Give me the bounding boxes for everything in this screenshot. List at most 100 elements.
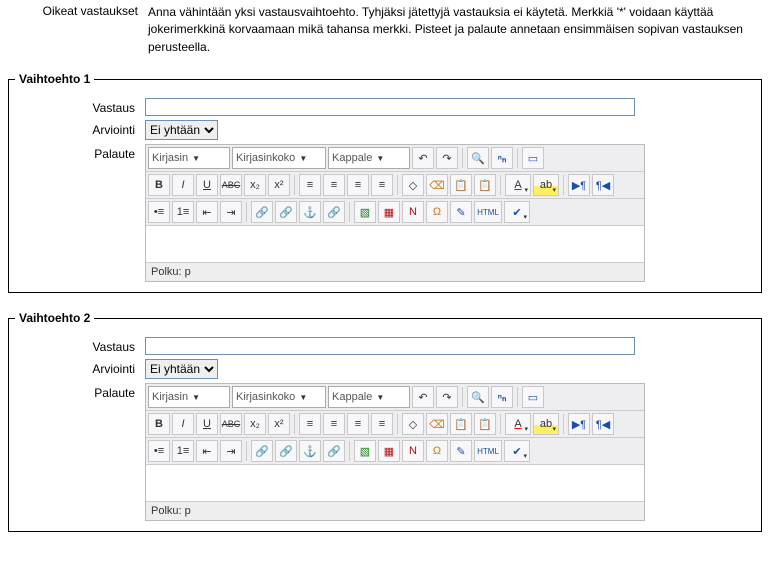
editor-textarea-1[interactable] (146, 226, 644, 262)
font-color-icon[interactable]: A (505, 174, 531, 196)
spell-icon[interactable]: ✔ (504, 201, 530, 223)
line-icon[interactable]: N (402, 201, 424, 223)
feedback-editor-2: Kirjasin▼ Kirjasinkoko▼ Kappale▼ ↶ ↷ 🔍 ⁿ… (145, 383, 645, 521)
anchor-icon[interactable]: ⚓ (299, 201, 321, 223)
toolbar-row-2a: Kirjasin▼ Kirjasinkoko▼ Kappale▼ ↶ ↷ 🔍 ⁿ… (146, 384, 644, 411)
option-1-fieldset: Vaihtoehto 1 Vastaus Arviointi Ei yhtään… (8, 72, 762, 293)
find-icon[interactable]: 🔍 (467, 386, 489, 408)
subscript-icon[interactable]: x₂ (244, 413, 266, 435)
cleanup-icon[interactable]: ◇ (402, 413, 424, 435)
editor-path-2: Polku: p (146, 501, 644, 520)
ordered-list-icon[interactable]: 1≡ (172, 201, 194, 223)
font-select[interactable]: Kirjasin▼ (148, 147, 230, 169)
ltr-icon[interactable]: ▶¶ (568, 413, 590, 435)
unordered-list-icon[interactable]: •≡ (148, 440, 170, 462)
cleanup-icon[interactable]: ◇ (402, 174, 424, 196)
strike-icon[interactable]: ABC (220, 174, 242, 196)
rtl-icon[interactable]: ¶◀ (592, 174, 614, 196)
answer-input-2[interactable] (145, 337, 635, 355)
unlink-icon[interactable]: 🔗 (275, 201, 297, 223)
indent-icon[interactable]: ⇥ (220, 201, 242, 223)
image-icon[interactable]: ▧ (354, 440, 376, 462)
spell-icon[interactable]: ✔ (504, 440, 530, 462)
nolink-icon[interactable]: 🔗 (323, 440, 345, 462)
paste-text-icon[interactable]: 📋 (450, 413, 472, 435)
highlight-icon[interactable]: ab (533, 413, 559, 435)
format-select[interactable]: Kappale▼ (328, 147, 410, 169)
superscript-icon[interactable]: x² (268, 413, 290, 435)
subscript-icon[interactable]: x₂ (244, 174, 266, 196)
edit-icon[interactable]: ✎ (450, 440, 472, 462)
option-1-legend: Vaihtoehto 1 (15, 72, 94, 86)
nolink-icon[interactable]: 🔗 (323, 201, 345, 223)
format-select[interactable]: Kappale▼ (328, 386, 410, 408)
rtl-icon[interactable]: ¶◀ (592, 413, 614, 435)
unlink-icon[interactable]: 🔗 (275, 440, 297, 462)
find-replace-icon[interactable]: ⁿₙ (491, 386, 513, 408)
char-icon[interactable]: Ω (426, 201, 448, 223)
link-icon[interactable]: 🔗 (251, 201, 273, 223)
toolbar-row-1c: •≡ 1≡ ⇤ ⇥ 🔗 🔗 ⚓ 🔗 ▧ ▦ N Ω ✎ HTML ✔ (146, 199, 644, 226)
fontsize-select[interactable]: Kirjasinkoko▼ (232, 386, 326, 408)
align-right-icon[interactable]: ≡ (347, 413, 369, 435)
table-icon[interactable]: ▦ (378, 440, 400, 462)
paste-word-icon[interactable]: 📋 (474, 174, 496, 196)
redo-icon[interactable]: ↷ (436, 386, 458, 408)
html-icon[interactable]: HTML (474, 440, 502, 462)
correct-answers-help: Anna vähintään yksi vastausvaihtoehto. T… (148, 4, 762, 56)
paste-word-icon[interactable]: 📋 (474, 413, 496, 435)
italic-icon[interactable]: I (172, 413, 194, 435)
anchor-icon[interactable]: ⚓ (299, 440, 321, 462)
edit-icon[interactable]: ✎ (450, 201, 472, 223)
bold-icon[interactable]: B (148, 174, 170, 196)
highlight-icon[interactable]: ab (533, 174, 559, 196)
table-icon[interactable]: ▦ (378, 201, 400, 223)
option-2-legend: Vaihtoehto 2 (15, 311, 94, 325)
grade-select-2[interactable]: Ei yhtään (145, 359, 218, 379)
link-icon[interactable]: 🔗 (251, 440, 273, 462)
grade-label: Arviointi (15, 120, 145, 137)
outdent-icon[interactable]: ⇤ (196, 440, 218, 462)
align-justify-icon[interactable]: ≡ (371, 413, 393, 435)
editor-path-1: Polku: p (146, 262, 644, 281)
align-left-icon[interactable]: ≡ (299, 413, 321, 435)
find-icon[interactable]: 🔍 (467, 147, 489, 169)
char-icon[interactable]: Ω (426, 440, 448, 462)
unordered-list-icon[interactable]: •≡ (148, 201, 170, 223)
align-right-icon[interactable]: ≡ (347, 174, 369, 196)
italic-icon[interactable]: I (172, 174, 194, 196)
line-icon[interactable]: N (402, 440, 424, 462)
feedback-editor-1: Kirjasin▼ Kirjasinkoko▼ Kappale▼ ↶ ↷ 🔍 ⁿ… (145, 144, 645, 282)
redo-icon[interactable]: ↷ (436, 147, 458, 169)
underline-icon[interactable]: U (196, 413, 218, 435)
underline-icon[interactable]: U (196, 174, 218, 196)
align-justify-icon[interactable]: ≡ (371, 174, 393, 196)
find-replace-icon[interactable]: ⁿₙ (491, 147, 513, 169)
undo-icon[interactable]: ↶ (412, 386, 434, 408)
editor-textarea-2[interactable] (146, 465, 644, 501)
ltr-icon[interactable]: ▶¶ (568, 174, 590, 196)
font-select[interactable]: Kirjasin▼ (148, 386, 230, 408)
align-center-icon[interactable]: ≡ (323, 174, 345, 196)
html-icon[interactable]: HTML (474, 201, 502, 223)
answer-label: Vastaus (15, 98, 145, 115)
superscript-icon[interactable]: x² (268, 174, 290, 196)
fullscreen-icon[interactable]: ▭ (522, 147, 544, 169)
fullscreen-icon[interactable]: ▭ (522, 386, 544, 408)
align-center-icon[interactable]: ≡ (323, 413, 345, 435)
ordered-list-icon[interactable]: 1≡ (172, 440, 194, 462)
image-icon[interactable]: ▧ (354, 201, 376, 223)
paste-text-icon[interactable]: 📋 (450, 174, 472, 196)
bold-icon[interactable]: B (148, 413, 170, 435)
undo-icon[interactable]: ↶ (412, 147, 434, 169)
remove-format-icon[interactable]: ⌫ (426, 413, 448, 435)
font-color-icon[interactable]: A (505, 413, 531, 435)
remove-format-icon[interactable]: ⌫ (426, 174, 448, 196)
outdent-icon[interactable]: ⇤ (196, 201, 218, 223)
strike-icon[interactable]: ABC (220, 413, 242, 435)
answer-input-1[interactable] (145, 98, 635, 116)
grade-select-1[interactable]: Ei yhtään (145, 120, 218, 140)
fontsize-select[interactable]: Kirjasinkoko▼ (232, 147, 326, 169)
align-left-icon[interactable]: ≡ (299, 174, 321, 196)
indent-icon[interactable]: ⇥ (220, 440, 242, 462)
